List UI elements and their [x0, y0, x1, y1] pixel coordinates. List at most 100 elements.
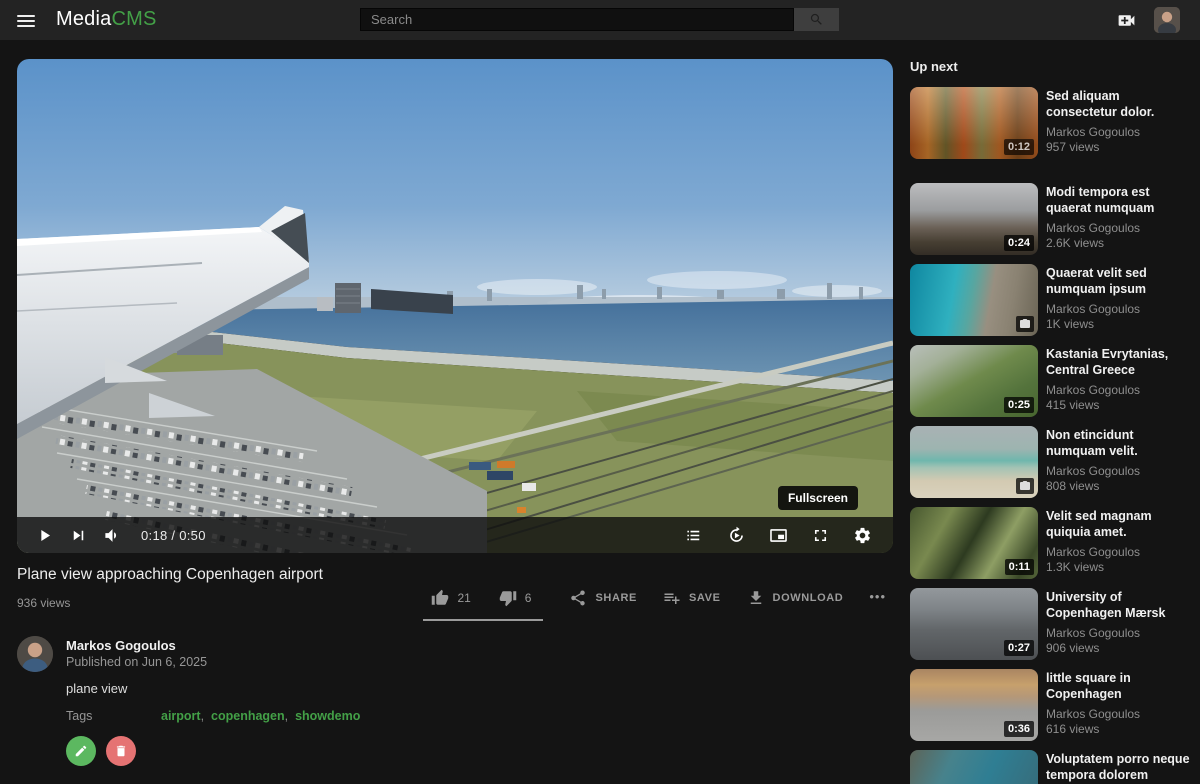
item-title[interactable]: little square in Copenhagen center,showd…: [1046, 670, 1192, 702]
player-controls: 0:18 / 0:50: [17, 517, 893, 553]
item-title[interactable]: Voluptatem porro neque tempora dolorem q…: [1046, 751, 1192, 783]
up-next-item[interactable]: 0:36 little square in Copenhagen center,…: [910, 669, 1192, 741]
search-button[interactable]: [794, 8, 839, 31]
tag-link[interactable]: showdemo: [295, 709, 360, 723]
video-thumbnail[interactable]: [910, 264, 1038, 336]
search-input[interactable]: [360, 8, 794, 31]
next-button[interactable]: [61, 517, 95, 553]
item-author: Markos Gogoulos: [1046, 464, 1192, 478]
save-label: SAVE: [689, 592, 721, 604]
page-title: Plane view approaching Copenhagen airpor…: [17, 566, 617, 584]
item-author: Markos Gogoulos: [1046, 626, 1192, 640]
item-info: Modi tempora est quaerat numquam Markos …: [1046, 183, 1192, 255]
item-title[interactable]: Velit sed magnam quiquia amet.: [1046, 508, 1192, 540]
video-thumbnail[interactable]: [910, 750, 1038, 784]
settings-gear-icon: [853, 526, 872, 545]
play-button[interactable]: [27, 517, 61, 553]
item-info: Kastania Evrytanias, Central Greece Mark…: [1046, 345, 1192, 417]
image-type-badge: [1016, 478, 1034, 494]
view-count: 936 views: [17, 596, 70, 610]
up-next-item[interactable]: Non etincidunt numquam velit. Markos Gog…: [910, 426, 1192, 498]
user-avatar[interactable]: [1154, 7, 1180, 33]
up-next-item[interactable]: 0:12 Sed aliquam consectetur dolor. Mark…: [910, 87, 1192, 159]
pip-button[interactable]: [757, 517, 799, 553]
item-views: 1.3K views: [1046, 560, 1192, 574]
download-icon: [747, 589, 765, 607]
item-author: Markos Gogoulos: [1046, 125, 1192, 139]
tag-separator: ,: [201, 709, 211, 723]
item-title[interactable]: University of Copenhagen Mærsk Tower: [1046, 589, 1192, 621]
upnext-list: 0:12 Sed aliquam consectetur dolor. Mark…: [910, 87, 1192, 784]
item-author: Markos Gogoulos: [1046, 221, 1192, 235]
video-thumbnail[interactable]: 0:25: [910, 345, 1038, 417]
like-button[interactable]: 21: [431, 589, 470, 607]
item-info: Quaerat velit sed numquam ipsum magnam. …: [1046, 264, 1192, 336]
search-bar: [360, 8, 839, 31]
autoplay-icon: [727, 526, 746, 545]
item-title[interactable]: Non etincidunt numquam velit.: [1046, 427, 1192, 459]
duration-badge: 0:12: [1004, 139, 1034, 155]
share-label: SHARE: [595, 592, 637, 604]
item-views: 2.6K views: [1046, 236, 1192, 250]
tag-link[interactable]: airport: [161, 709, 201, 723]
video-thumbnail[interactable]: 0:24: [910, 183, 1038, 255]
duration-badge: 0:11: [1005, 559, 1034, 575]
item-info: Voluptatem porro neque tempora dolorem q…: [1046, 750, 1192, 784]
download-label: DOWNLOAD: [773, 592, 844, 604]
volume-icon: [103, 526, 122, 545]
tags-list: airport, copenhagen, showdemo: [161, 709, 360, 723]
up-next-item[interactable]: 0:25 Kastania Evrytanias, Central Greece…: [910, 345, 1192, 417]
publish-date: Published on Jun 6, 2025: [66, 655, 207, 669]
item-author: Markos Gogoulos: [1046, 707, 1192, 721]
video-thumbnail[interactable]: 0:36: [910, 669, 1038, 741]
duration-badge: 0:24: [1004, 235, 1034, 251]
fullscreen-tooltip: Fullscreen: [778, 486, 858, 510]
fullscreen-button[interactable]: [799, 517, 841, 553]
item-info: little square in Copenhagen center,showd…: [1046, 669, 1192, 741]
picture-in-picture-icon: [769, 526, 788, 545]
download-button[interactable]: DOWNLOAD: [747, 587, 844, 607]
autoplay-button[interactable]: [715, 517, 757, 553]
action-bar: 21 6 SHARE SAVE DOWNLOAD •••: [423, 587, 886, 621]
camera-icon: [1019, 480, 1031, 492]
settings-button[interactable]: [841, 517, 883, 553]
playlist-button[interactable]: [673, 517, 715, 553]
item-title[interactable]: Quaerat velit sed numquam ipsum magnam.: [1046, 265, 1192, 297]
item-views: 808 views: [1046, 479, 1192, 493]
item-title[interactable]: Kastania Evrytanias, Central Greece: [1046, 346, 1192, 378]
volume-button[interactable]: [95, 517, 129, 553]
video-thumbnail[interactable]: 0:27: [910, 588, 1038, 660]
up-next-item[interactable]: Voluptatem porro neque tempora dolorem q…: [910, 750, 1192, 784]
up-next-item[interactable]: 0:24 Modi tempora est quaerat numquam Ma…: [910, 183, 1192, 255]
duration-badge: 0:27: [1004, 640, 1034, 656]
video-frame[interactable]: [17, 59, 893, 553]
item-views: 415 views: [1046, 398, 1192, 412]
up-next-item[interactable]: 0:27 University of Copenhagen Mærsk Towe…: [910, 588, 1192, 660]
author-avatar-photo: [17, 636, 53, 672]
app-logo[interactable]: MediaCMS: [56, 8, 157, 31]
upload-media-button[interactable]: [1114, 9, 1138, 31]
video-thumbnail[interactable]: 0:12: [910, 87, 1038, 159]
up-next-title: Up next: [910, 59, 1192, 74]
share-button[interactable]: SHARE: [569, 587, 637, 607]
more-options-button[interactable]: •••: [869, 587, 886, 604]
video-thumbnail[interactable]: [910, 426, 1038, 498]
up-next-item[interactable]: Quaerat velit sed numquam ipsum magnam. …: [910, 264, 1192, 336]
delete-media-button[interactable]: [106, 736, 136, 766]
share-icon: [569, 589, 587, 607]
edit-media-button[interactable]: [66, 736, 96, 766]
item-info: Non etincidunt numquam velit. Markos Gog…: [1046, 426, 1192, 498]
trash-icon: [114, 744, 128, 758]
video-thumbnail[interactable]: 0:11: [910, 507, 1038, 579]
item-title[interactable]: Modi tempora est quaerat numquam: [1046, 184, 1192, 216]
item-info: Sed aliquam consectetur dolor. Markos Go…: [1046, 87, 1192, 159]
tag-separator: ,: [285, 709, 295, 723]
up-next-item[interactable]: 0:11 Velit sed magnam quiquia amet. Mark…: [910, 507, 1192, 579]
save-button[interactable]: SAVE: [663, 587, 721, 607]
tag-link[interactable]: copenhagen: [211, 709, 285, 723]
menu-icon[interactable]: [14, 9, 38, 31]
author-name[interactable]: Markos Gogoulos: [66, 638, 176, 653]
item-title[interactable]: Sed aliquam consectetur dolor.: [1046, 88, 1192, 120]
dislike-button[interactable]: 6: [499, 589, 532, 607]
author-avatar[interactable]: [17, 636, 53, 672]
